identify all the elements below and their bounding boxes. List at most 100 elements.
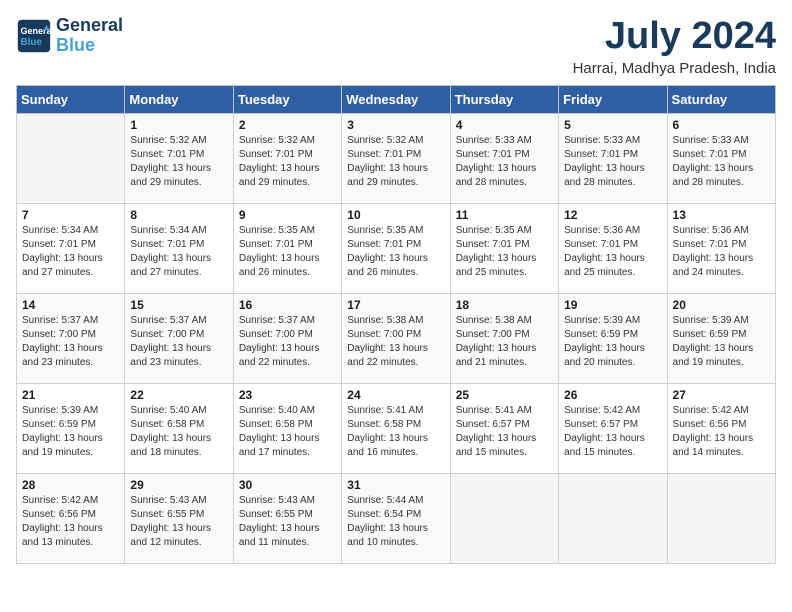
week-row-5: 28Sunrise: 5:42 AMSunset: 6:56 PMDayligh…	[17, 473, 776, 563]
day-cell	[667, 473, 775, 563]
day-number: 9	[239, 208, 336, 222]
day-detail: Sunrise: 5:36 AMSunset: 7:01 PMDaylight:…	[564, 224, 661, 280]
day-cell: 19 Sunrise: 5:39 AMSunset: 6:59 PMDayligh…	[559, 293, 667, 383]
day-cell: 13 Sunrise: 5:36 AMSunset: 7:01 PMDayligh…	[667, 203, 775, 293]
day-number: 8	[130, 208, 227, 222]
day-number: 17	[347, 298, 444, 312]
day-cell: 5Sunrise: 5:33 AMSunset: 7:01 PMDaylight…	[559, 113, 667, 203]
day-detail: Sunrise: 5:35 AMSunset: 7:01 PMDaylight:…	[347, 224, 444, 280]
column-header-tuesday: Tuesday	[233, 85, 341, 113]
day-number: 7	[22, 208, 119, 222]
week-row-1: 1Sunrise: 5:32 AMSunset: 7:01 PMDaylight…	[17, 113, 776, 203]
week-row-2: 7 Sunrise: 5:34 AMSunset: 7:01 PMDaylight…	[17, 203, 776, 293]
day-detail: Sunrise: 5:39 AMSunset: 6:59 PMDaylight:…	[564, 314, 661, 370]
day-detail: Sunrise: 5:41 AMSunset: 6:58 PMDaylight:…	[347, 404, 444, 460]
day-cell: 15Sunrise: 5:37 AMSunset: 7:00 PMDayligh…	[125, 293, 233, 383]
day-number: 13	[673, 208, 770, 222]
day-number: 6	[673, 118, 770, 132]
day-cell: 9 Sunrise: 5:35 AMSunset: 7:01 PMDaylight…	[233, 203, 341, 293]
day-number: 27	[673, 388, 770, 402]
day-number: 16	[239, 298, 336, 312]
day-cell: 23 Sunrise: 5:40 AMSunset: 6:58 PMDayligh…	[233, 383, 341, 473]
column-header-monday: Monday	[125, 85, 233, 113]
day-cell: 27 Sunrise: 5:42 AMSunset: 6:56 PMDayligh…	[667, 383, 775, 473]
day-detail: Sunrise: 5:32 AMSunset: 7:01 PMDaylight:…	[347, 134, 444, 190]
day-cell: 24 Sunrise: 5:41 AMSunset: 6:58 PMDayligh…	[342, 383, 450, 473]
day-detail: Sunrise: 5:32 AMSunset: 7:01 PMDaylight:…	[239, 134, 336, 190]
day-detail: Sunrise: 5:35 AMSunset: 7:01 PMDaylight:…	[239, 224, 336, 280]
day-number: 12	[564, 208, 661, 222]
day-detail: Sunrise: 5:43 AMSunset: 6:55 PMDaylight:…	[130, 494, 227, 550]
day-cell	[559, 473, 667, 563]
column-header-saturday: Saturday	[667, 85, 775, 113]
day-detail: Sunrise: 5:41 AMSunset: 6:57 PMDaylight:…	[456, 404, 553, 460]
day-cell: 20 Sunrise: 5:39 AMSunset: 6:59 PMDayligh…	[667, 293, 775, 383]
column-header-thursday: Thursday	[450, 85, 558, 113]
week-row-4: 21 Sunrise: 5:39 AMSunset: 6:59 PMDayligh…	[17, 383, 776, 473]
day-number: 19	[564, 298, 661, 312]
day-cell: 3 Sunrise: 5:32 AMSunset: 7:01 PMDaylight…	[342, 113, 450, 203]
day-cell: 18 Sunrise: 5:38 AMSunset: 7:00 PMDayligh…	[450, 293, 558, 383]
day-cell: 22 Sunrise: 5:40 AMSunset: 6:58 PMDayligh…	[125, 383, 233, 473]
day-number: 14	[22, 298, 119, 312]
day-detail: Sunrise: 5:37 AMSunset: 7:00 PMDaylight:…	[239, 314, 336, 370]
day-number: 21	[22, 388, 119, 402]
day-detail: Sunrise: 5:37 AMSunset: 7:00 PMDaylight:…	[22, 314, 119, 370]
main-title: July 2024	[573, 16, 776, 58]
day-number: 22	[130, 388, 227, 402]
column-header-wednesday: Wednesday	[342, 85, 450, 113]
day-number: 31	[347, 478, 444, 492]
day-cell: 4Sunrise: 5:33 AMSunset: 7:01 PMDaylight…	[450, 113, 558, 203]
day-detail: Sunrise: 5:36 AMSunset: 7:01 PMDaylight:…	[673, 224, 770, 280]
day-cell	[17, 113, 125, 203]
day-detail: Sunrise: 5:42 AMSunset: 6:57 PMDaylight:…	[564, 404, 661, 460]
day-detail: Sunrise: 5:33 AMSunset: 7:01 PMDaylight:…	[564, 134, 661, 190]
day-cell: 1Sunrise: 5:32 AMSunset: 7:01 PMDaylight…	[125, 113, 233, 203]
day-detail: Sunrise: 5:43 AMSunset: 6:55 PMDaylight:…	[239, 494, 336, 550]
day-cell: 2 Sunrise: 5:32 AMSunset: 7:01 PMDaylight…	[233, 113, 341, 203]
logo: General Blue General Blue	[16, 16, 123, 56]
day-number: 29	[130, 478, 227, 492]
day-detail: Sunrise: 5:39 AMSunset: 6:59 PMDaylight:…	[22, 404, 119, 460]
column-header-sunday: Sunday	[17, 85, 125, 113]
day-detail: Sunrise: 5:39 AMSunset: 6:59 PMDaylight:…	[673, 314, 770, 370]
day-number: 23	[239, 388, 336, 402]
day-number: 2	[239, 118, 336, 132]
day-cell: 11Sunrise: 5:35 AMSunset: 7:01 PMDayligh…	[450, 203, 558, 293]
day-number: 20	[673, 298, 770, 312]
day-cell: 25 Sunrise: 5:41 AMSunset: 6:57 PMDayligh…	[450, 383, 558, 473]
day-cell: 28Sunrise: 5:42 AMSunset: 6:56 PMDayligh…	[17, 473, 125, 563]
day-cell: 26 Sunrise: 5:42 AMSunset: 6:57 PMDayligh…	[559, 383, 667, 473]
day-detail: Sunrise: 5:34 AMSunset: 7:01 PMDaylight:…	[22, 224, 119, 280]
day-cell: 7 Sunrise: 5:34 AMSunset: 7:01 PMDaylight…	[17, 203, 125, 293]
day-number: 18	[456, 298, 553, 312]
day-detail: Sunrise: 5:44 AMSunset: 6:54 PMDaylight:…	[347, 494, 444, 550]
day-cell: 17Sunrise: 5:38 AMSunset: 7:00 PMDayligh…	[342, 293, 450, 383]
day-detail: Sunrise: 5:33 AMSunset: 7:01 PMDaylight:…	[673, 134, 770, 190]
day-number: 26	[564, 388, 661, 402]
day-detail: Sunrise: 5:35 AMSunset: 7:01 PMDaylight:…	[456, 224, 553, 280]
day-number: 24	[347, 388, 444, 402]
day-number: 30	[239, 478, 336, 492]
day-number: 10	[347, 208, 444, 222]
logo-text: General Blue	[56, 16, 123, 56]
day-number: 25	[456, 388, 553, 402]
day-detail: Sunrise: 5:40 AMSunset: 6:58 PMDaylight:…	[130, 404, 227, 460]
title-area: July 2024 Harrai, Madhya Pradesh, India	[573, 16, 776, 77]
day-number: 28	[22, 478, 119, 492]
subtitle: Harrai, Madhya Pradesh, India	[573, 60, 776, 77]
day-cell: 29 Sunrise: 5:43 AMSunset: 6:55 PMDayligh…	[125, 473, 233, 563]
day-number: 4	[456, 118, 553, 132]
day-number: 3	[347, 118, 444, 132]
logo-icon: General Blue	[16, 18, 52, 54]
header-row: SundayMondayTuesdayWednesdayThursdayFrid…	[17, 85, 776, 113]
column-header-friday: Friday	[559, 85, 667, 113]
day-cell: 30 Sunrise: 5:43 AMSunset: 6:55 PMDayligh…	[233, 473, 341, 563]
day-cell: 21 Sunrise: 5:39 AMSunset: 6:59 PMDayligh…	[17, 383, 125, 473]
day-detail: Sunrise: 5:42 AMSunset: 6:56 PMDaylight:…	[673, 404, 770, 460]
day-detail: Sunrise: 5:34 AMSunset: 7:01 PMDaylight:…	[130, 224, 227, 280]
day-detail: Sunrise: 5:32 AMSunset: 7:01 PMDaylight:…	[130, 134, 227, 190]
day-cell: 6 Sunrise: 5:33 AMSunset: 7:01 PMDaylight…	[667, 113, 775, 203]
day-detail: Sunrise: 5:38 AMSunset: 7:00 PMDaylight:…	[456, 314, 553, 370]
day-detail: Sunrise: 5:40 AMSunset: 6:58 PMDaylight:…	[239, 404, 336, 460]
